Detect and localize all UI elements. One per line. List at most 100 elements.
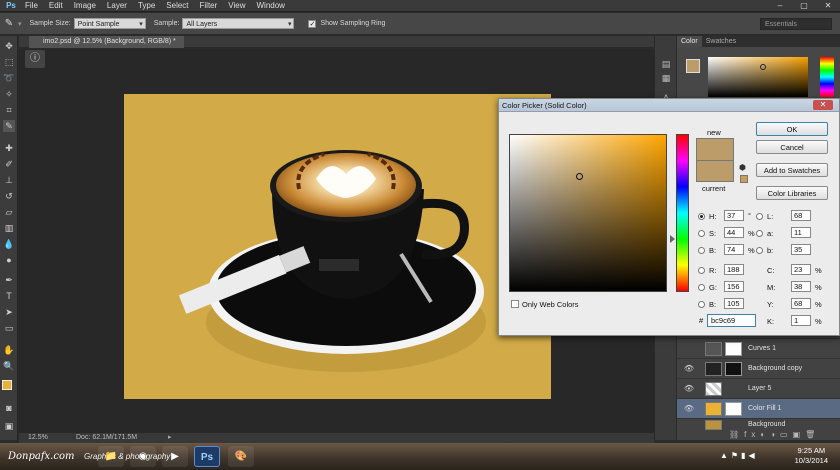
- color-field[interactable]: [509, 134, 667, 292]
- field-k[interactable]: 1: [791, 315, 811, 326]
- menu-layer[interactable]: Layer: [107, 1, 127, 10]
- menu-image[interactable]: Image: [74, 1, 96, 10]
- document-canvas[interactable]: [124, 94, 551, 399]
- crop-tool-icon[interactable]: ⌗: [3, 104, 15, 116]
- maximize-button[interactable]: ▢: [792, 0, 816, 12]
- eye-icon[interactable]: 👁: [683, 404, 695, 413]
- media-player-icon[interactable]: ▶: [162, 446, 188, 467]
- show-sampling-ring-checkbox[interactable]: ✓: [308, 19, 317, 28]
- paint-icon[interactable]: 🎨: [228, 446, 254, 467]
- quick-select-tool-icon[interactable]: ✧: [3, 88, 15, 100]
- cube-icon[interactable]: ⬢: [739, 163, 746, 172]
- current-color-swatch[interactable]: [696, 160, 734, 182]
- field-r[interactable]: 188: [724, 264, 744, 275]
- blur-tool-icon[interactable]: 💧: [3, 238, 15, 250]
- hand-tool-icon[interactable]: ✋: [3, 344, 15, 356]
- shape-tool-icon[interactable]: ▭: [3, 322, 15, 334]
- close-window-button[interactable]: ✕: [816, 0, 840, 12]
- ok-button[interactable]: OK: [756, 122, 828, 136]
- web-safe-swatch[interactable]: [740, 175, 748, 183]
- eyedropper-icon[interactable]: ✎: [0, 18, 18, 29]
- layer-row[interactable]: 👁 Color Fill 1: [677, 398, 840, 418]
- field-b[interactable]: 74: [724, 244, 744, 255]
- menu-edit[interactable]: Edit: [49, 1, 63, 10]
- field-lab-b[interactable]: 35: [791, 244, 811, 255]
- workspace-switcher[interactable]: Essentials: [760, 18, 832, 30]
- properties-panel-icon[interactable]: ▦: [660, 72, 672, 84]
- radio-lab-b[interactable]: [756, 247, 763, 254]
- foreground-color-swatch[interactable]: [2, 380, 12, 390]
- eyedropper-tool-icon[interactable]: ✎: [3, 120, 15, 132]
- field-l[interactable]: 68: [791, 210, 811, 221]
- sample-select[interactable]: All Layers: [182, 18, 295, 30]
- radio-a[interactable]: [756, 230, 763, 237]
- panel-hue-slider[interactable]: [820, 57, 834, 97]
- eye-icon[interactable]: 👁: [683, 364, 695, 373]
- path-selection-tool-icon[interactable]: ➤: [3, 306, 15, 318]
- gradient-tool-icon[interactable]: ▥: [3, 222, 15, 234]
- field-m[interactable]: 38: [791, 281, 811, 292]
- lasso-tool-icon[interactable]: ➰: [3, 72, 15, 84]
- eraser-tool-icon[interactable]: ▱: [3, 206, 15, 218]
- screen-mode-icon[interactable]: ▣: [3, 420, 15, 432]
- move-tool-icon[interactable]: ✥: [3, 40, 15, 52]
- tool-preset-arrow-icon[interactable]: ▾: [18, 20, 22, 28]
- layer-actions-icons[interactable]: ⛓fx◐◑▭▣🗑: [729, 430, 820, 439]
- panel-color-field[interactable]: [708, 57, 808, 97]
- photoshop-taskbar-icon[interactable]: Ps: [194, 446, 220, 467]
- hue-slider-arrow-icon[interactable]: [670, 235, 675, 243]
- status-menu-arrow-icon[interactable]: ▸: [168, 433, 172, 443]
- hex-input[interactable]: bc9c69: [707, 314, 756, 327]
- dodge-tool-icon[interactable]: ●: [3, 254, 15, 266]
- field-g[interactable]: 156: [724, 281, 744, 292]
- field-y[interactable]: 68: [791, 298, 811, 309]
- cancel-button[interactable]: Cancel: [756, 140, 828, 154]
- tray-icons[interactable]: ▲⚑▮◀: [720, 451, 758, 460]
- layer-row[interactable]: Curves 1: [677, 338, 840, 358]
- menu-file[interactable]: File: [25, 1, 38, 10]
- radio-s[interactable]: [698, 230, 705, 237]
- clone-stamp-tool-icon[interactable]: ⊥: [3, 174, 15, 186]
- field-c[interactable]: 23: [791, 264, 811, 275]
- zoom-readout[interactable]: 12.5%: [28, 433, 48, 443]
- chrome-icon[interactable]: ◉: [130, 446, 156, 467]
- layer-row[interactable]: Background: [677, 418, 840, 430]
- color-libraries-button[interactable]: Color Libraries: [756, 186, 828, 200]
- field-blue[interactable]: 105: [724, 298, 744, 309]
- menu-type[interactable]: Type: [138, 1, 155, 10]
- layer-row[interactable]: 👁 Layer 5: [677, 378, 840, 398]
- panel-foreground-swatch[interactable]: [686, 59, 700, 73]
- radio-g[interactable]: [698, 284, 705, 291]
- quick-mask-icon[interactable]: ◙: [3, 402, 15, 414]
- field-s[interactable]: 44: [724, 227, 744, 238]
- hue-slider[interactable]: [676, 134, 689, 292]
- tab-color[interactable]: Color: [677, 36, 702, 47]
- sample-size-select[interactable]: Point Sample: [73, 18, 146, 30]
- info-icon[interactable]: ⓘ: [25, 50, 45, 68]
- close-icon[interactable]: ✕: [813, 100, 833, 110]
- document-tab[interactable]: imo2.psd @ 12.5% (Background, RGB/8) *: [29, 36, 184, 48]
- type-tool-icon[interactable]: T: [3, 290, 15, 302]
- eye-icon[interactable]: 👁: [683, 384, 695, 393]
- system-clock[interactable]: 9:25 AM 10/3/2014: [795, 446, 828, 466]
- field-h[interactable]: 37: [724, 210, 744, 221]
- add-to-swatches-button[interactable]: Add to Swatches: [756, 163, 828, 177]
- healing-brush-tool-icon[interactable]: ✚: [3, 142, 15, 154]
- brush-tool-icon[interactable]: ✐: [3, 158, 15, 170]
- tab-swatches[interactable]: Swatches: [702, 36, 740, 47]
- history-brush-tool-icon[interactable]: ↺: [3, 190, 15, 202]
- radio-blue[interactable]: [698, 301, 705, 308]
- layer-row[interactable]: 👁 Background copy: [677, 358, 840, 378]
- zoom-tool-icon[interactable]: 🔍: [3, 360, 15, 372]
- explorer-icon[interactable]: 📁: [98, 446, 124, 467]
- menu-filter[interactable]: Filter: [200, 1, 218, 10]
- history-panel-icon[interactable]: ▤: [660, 58, 672, 70]
- pen-tool-icon[interactable]: ✒: [3, 274, 15, 286]
- radio-l[interactable]: [756, 213, 763, 220]
- radio-r[interactable]: [698, 267, 705, 274]
- field-a[interactable]: 11: [791, 227, 811, 238]
- menu-window[interactable]: Window: [257, 1, 285, 10]
- marquee-tool-icon[interactable]: ⬚: [3, 56, 15, 68]
- menu-view[interactable]: View: [228, 1, 245, 10]
- minimize-button[interactable]: –: [768, 0, 792, 12]
